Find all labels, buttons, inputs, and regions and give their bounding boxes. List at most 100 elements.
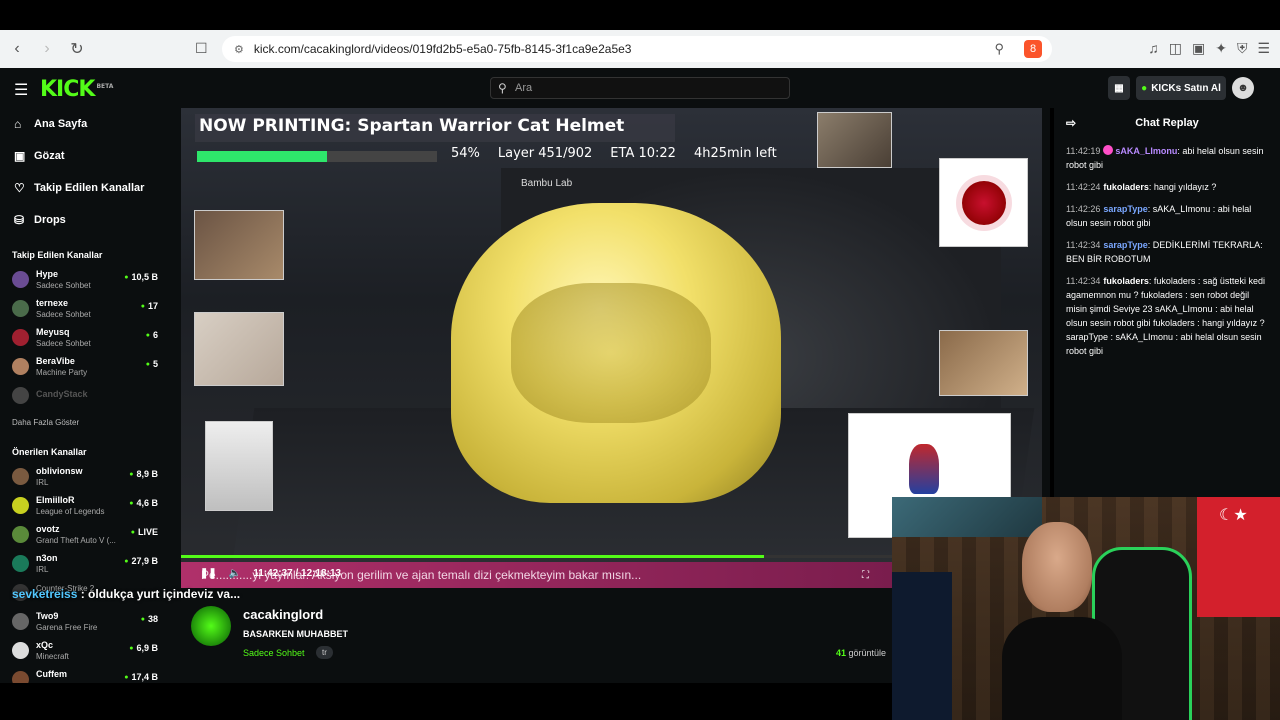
chat-message: 11:42:26 sarapType: sAKA_LImonu : abi hel…: [1054, 198, 1280, 234]
menu-icon[interactable]: ☰: [1257, 40, 1270, 57]
bookmark-icon[interactable]: ☐: [195, 40, 208, 57]
sidebar-channel[interactable]: MeyusqSadece Sohbet6: [0, 322, 170, 351]
spiderman-icon: [909, 444, 939, 494]
hamburger-menu-icon[interactable]: ☰: [14, 80, 28, 100]
channel-avatar: [12, 642, 29, 659]
chat-timestamp: 11:42:34: [1066, 276, 1101, 286]
sidebar-nav-item[interactable]: ⌂ Ana Sayfa: [0, 108, 170, 140]
search-icon: ⚲: [498, 81, 507, 95]
view-count-value: 41: [836, 648, 847, 658]
url-text: kick.com/cacakinglord/videos/019fd2b5-e5…: [253, 42, 632, 56]
wallet-icon[interactable]: ▣: [1192, 40, 1205, 57]
sidebar-nav-label: Ana Sayfa: [34, 118, 88, 130]
sidebar-channel[interactable]: ternexeSadece Sohbet17: [0, 293, 170, 322]
reload-icon[interactable]: ↻: [64, 36, 90, 62]
sidebar-nav-item[interactable]: ▣ Gözat: [0, 140, 170, 172]
channel-viewers: 27,9 B: [124, 556, 158, 566]
buy-kicks-button[interactable]: ● KICKs Satın Al: [1136, 76, 1226, 100]
chat-timestamp: 11:42:24: [1066, 182, 1101, 192]
leo-icon[interactable]: ✦: [1215, 40, 1227, 57]
channel-category: Sadece Sohbet: [36, 310, 91, 319]
channel-name: CandyStack: [36, 389, 88, 399]
print-layer: Layer 451/902: [497, 146, 593, 161]
channel-avatar: [12, 387, 29, 404]
chat-title: Chat Replay: [1135, 117, 1199, 129]
music-icon[interactable]: ♫: [1148, 40, 1159, 57]
rose-icon: [961, 180, 1006, 225]
printer-brand: Bambu Lab: [521, 178, 573, 189]
sidebar-channel[interactable]: CandyStack: [0, 380, 170, 409]
sidebar-nav-item[interactable]: ♡ Takip Edilen Kanallar: [0, 172, 170, 204]
pause-icon[interactable]: ❚❚: [200, 568, 217, 579]
sidebar-icon[interactable]: ◫: [1169, 40, 1182, 57]
webcam-feed: [892, 497, 1280, 720]
search-input[interactable]: ⚲ Ara: [490, 77, 790, 99]
drops-icon: ⛁: [14, 213, 25, 227]
browse-icon: ▣: [14, 149, 26, 163]
sidebar-channel[interactable]: xQcMinecraft6,9 B: [0, 635, 170, 664]
channel-viewers: 17,4 B: [124, 672, 158, 682]
playback-time: 11:42:37 / 12:18:13: [253, 568, 342, 579]
back-icon[interactable]: ‹: [4, 36, 30, 62]
seek-bar[interactable]: [181, 555, 892, 558]
sidebar-nav-label: Drops: [34, 214, 66, 226]
extension-icons: ♫ ◫ ▣ ✦ ⛨ ☰: [1148, 40, 1270, 57]
channel-avatar: [12, 271, 29, 288]
chat-username[interactable]: fukoladers: [1103, 276, 1149, 286]
chat-message: 11:42:24 fukoladers: hangi yıldayız ?: [1054, 176, 1280, 198]
sidebar-channel[interactable]: n3onIRL27,9 B: [0, 548, 170, 577]
print-time-left: 4h25min left: [693, 146, 777, 161]
chat-username[interactable]: sarapType: [1103, 204, 1147, 214]
sidebar-nav-item[interactable]: ⛁ Drops: [0, 204, 170, 236]
channel-viewers: 4,6 B: [129, 498, 158, 508]
channel-avatar: [12, 613, 29, 630]
volume-icon[interactable]: 🔈: [229, 568, 241, 579]
vpn-icon[interactable]: ⛨: [1237, 40, 1248, 57]
collapse-chat-icon[interactable]: ⇨: [1066, 108, 1076, 138]
kick-logo[interactable]: KICK BETA: [40, 77, 113, 102]
show-more-link[interactable]: Daha Fazla Göster: [0, 413, 170, 433]
sidebar-channel[interactable]: Cuffem17,4 B: [0, 664, 170, 683]
zoom-icon[interactable]: ⚲: [994, 41, 1004, 57]
channel-avatar[interactable]: [191, 606, 231, 646]
channel-category: Garena Free Fire: [36, 623, 98, 632]
channel-category: Sadece Sohbet: [36, 339, 91, 348]
language-tag[interactable]: tr: [316, 646, 333, 659]
channel-avatar: [12, 358, 29, 375]
chat-message: 11:42:34 sarapType: DEDİKLERİMİ TEKRARLA:…: [1054, 234, 1280, 270]
sidebar-channel[interactable]: BeraVibeMachine Party5: [0, 351, 170, 380]
brave-shield-icon[interactable]: 8: [1024, 40, 1042, 58]
chat-username[interactable]: sAKA_LImonu: [1115, 146, 1177, 156]
overlay-image-old-film: [939, 330, 1028, 396]
theater-mode-button[interactable]: ▦: [1108, 76, 1130, 100]
site-info-icon[interactable]: ⚙: [234, 43, 244, 56]
channel-viewers: 8,9 B: [129, 469, 158, 479]
sidebar-channel[interactable]: HypeSadece Sohbet10,5 B: [0, 264, 170, 293]
channel-category: IRL: [36, 565, 49, 574]
sidebar-channel[interactable]: Two9Garena Free Fire38: [0, 606, 170, 635]
forward-icon[interactable]: ›: [34, 36, 60, 62]
chat-timestamp: 11:42:26: [1066, 204, 1101, 214]
chat-username[interactable]: fukoladers: [1103, 182, 1149, 192]
stream-category[interactable]: Sadece Sohbet: [243, 648, 305, 658]
overlay-image-smiling-man: [194, 312, 284, 386]
sidebar-channel[interactable]: ElmiilloRLeague of Legends4,6 B: [0, 490, 170, 519]
channel-viewers: 6,9 B: [129, 643, 158, 653]
address-bar[interactable]: ⚙ kick.com/cacakinglord/videos/019fd2b5-…: [222, 36, 1052, 62]
printed-helmet: [451, 203, 781, 503]
print-progress-fill: [197, 151, 327, 162]
channel-category: League of Legends: [36, 507, 105, 516]
channel-name[interactable]: cacakinglord: [243, 607, 323, 622]
search-placeholder: Ara: [515, 82, 533, 94]
sidebar-channel[interactable]: ovotzGrand Theft Auto V (...LIVE: [0, 519, 170, 548]
channel-viewers: 38: [141, 614, 158, 624]
user-avatar[interactable]: ☻: [1232, 77, 1254, 99]
followed-channels-heading: Takip Edilen Kanallar: [12, 250, 103, 260]
streamer: [1002, 522, 1122, 720]
browser-toolbar: ‹ › ↻ ☐ ⚙ kick.com/cacakinglord/videos/0…: [0, 30, 1280, 68]
chat-username[interactable]: sarapType: [1103, 240, 1147, 250]
sidebar-channel[interactable]: oblivionswIRL8,9 B: [0, 461, 170, 490]
channel-viewers: LIVE: [131, 527, 158, 537]
fullscreen-icon[interactable]: ⛶: [862, 570, 869, 581]
streamer-body: [1002, 617, 1122, 720]
